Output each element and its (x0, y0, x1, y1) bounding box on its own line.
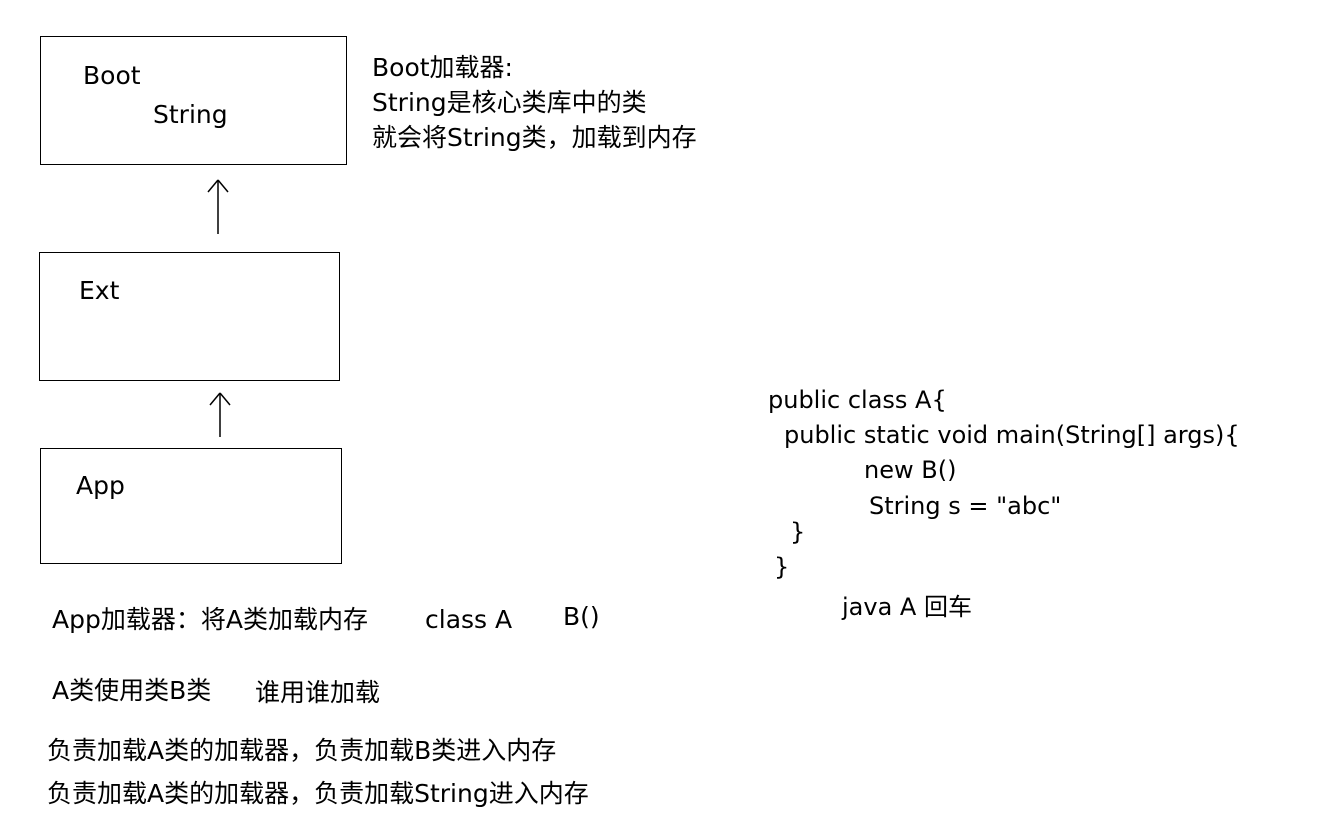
boot-loader-label: Boot (83, 61, 141, 90)
app-loader-note: App加载器：将A类加载内存 (52, 605, 368, 634)
arrow-app-to-ext (209, 392, 231, 437)
b-constructor-text: B() (563, 602, 600, 631)
code-line-main: public static void main(String[] args){ (784, 421, 1240, 449)
app-loader-label: App (76, 471, 125, 500)
code-line-close-class: } (774, 553, 790, 581)
boot-loader-class: String (153, 100, 228, 129)
usage-rule: 谁用谁加载 (255, 678, 381, 707)
code-line-string: String s = "abc" (869, 492, 1062, 520)
run-command: java A 回车 (842, 593, 972, 621)
usage-note: A类使用类B类 (52, 676, 212, 705)
code-line-close-method: } (790, 518, 806, 546)
boot-note-line-1: Boot加载器: (372, 53, 513, 82)
responsibility-line-2: 负责加载A类的加载器，负责加载String进入内存 (47, 779, 589, 808)
responsibility-line-1: 负责加载A类的加载器，负责加载B类进入内存 (47, 736, 557, 765)
ext-loader-box: Ext (39, 252, 340, 381)
boot-note: Boot加载器: String是核心类库中的类 就会将String类，加载到内存 (372, 50, 697, 155)
boot-note-line-2: String是核心类库中的类 (372, 88, 647, 117)
boot-note-line-3: 就会将String类，加载到内存 (372, 123, 697, 152)
arrow-ext-to-boot (207, 179, 229, 234)
class-a-text: class A (425, 605, 513, 634)
code-line-class: public class A{ (768, 386, 947, 414)
app-loader-box: App (40, 448, 342, 564)
ext-loader-label: Ext (79, 276, 120, 305)
code-line-new-b: new B() (864, 456, 957, 484)
boot-loader-box: Boot String (40, 36, 347, 165)
